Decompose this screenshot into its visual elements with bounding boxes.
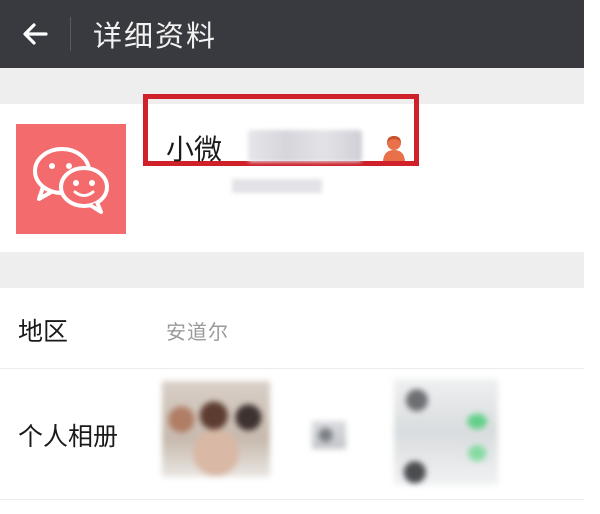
redacted-wechat-id bbox=[232, 179, 322, 193]
arrow-left-icon bbox=[23, 23, 48, 45]
nickname: 小微 bbox=[166, 133, 223, 166]
page-title: 详细资料 bbox=[93, 19, 218, 53]
female-user-icon bbox=[383, 136, 405, 161]
profile-card: 小微 bbox=[0, 94, 584, 252]
region-label: 地区 bbox=[18, 317, 69, 346]
wechat-logo-icon bbox=[33, 147, 109, 214]
top-nav-bar: 详细资料 bbox=[0, 0, 584, 68]
redacted-name bbox=[248, 130, 362, 162]
album-thumbnail[interactable] bbox=[162, 381, 270, 477]
avatar[interactable] bbox=[16, 124, 126, 234]
region-value: 安道尔 bbox=[166, 320, 229, 344]
album-label: 个人相册 bbox=[18, 422, 119, 451]
back-button[interactable] bbox=[0, 0, 70, 68]
header-divider bbox=[70, 17, 71, 51]
album-thumbnail[interactable] bbox=[312, 421, 346, 449]
region-row: 地区 安道尔 bbox=[0, 288, 584, 369]
album-thumbnail[interactable] bbox=[394, 379, 498, 485]
album-row[interactable]: 个人相册 bbox=[0, 369, 584, 500]
section-spacer-middle bbox=[0, 252, 584, 288]
